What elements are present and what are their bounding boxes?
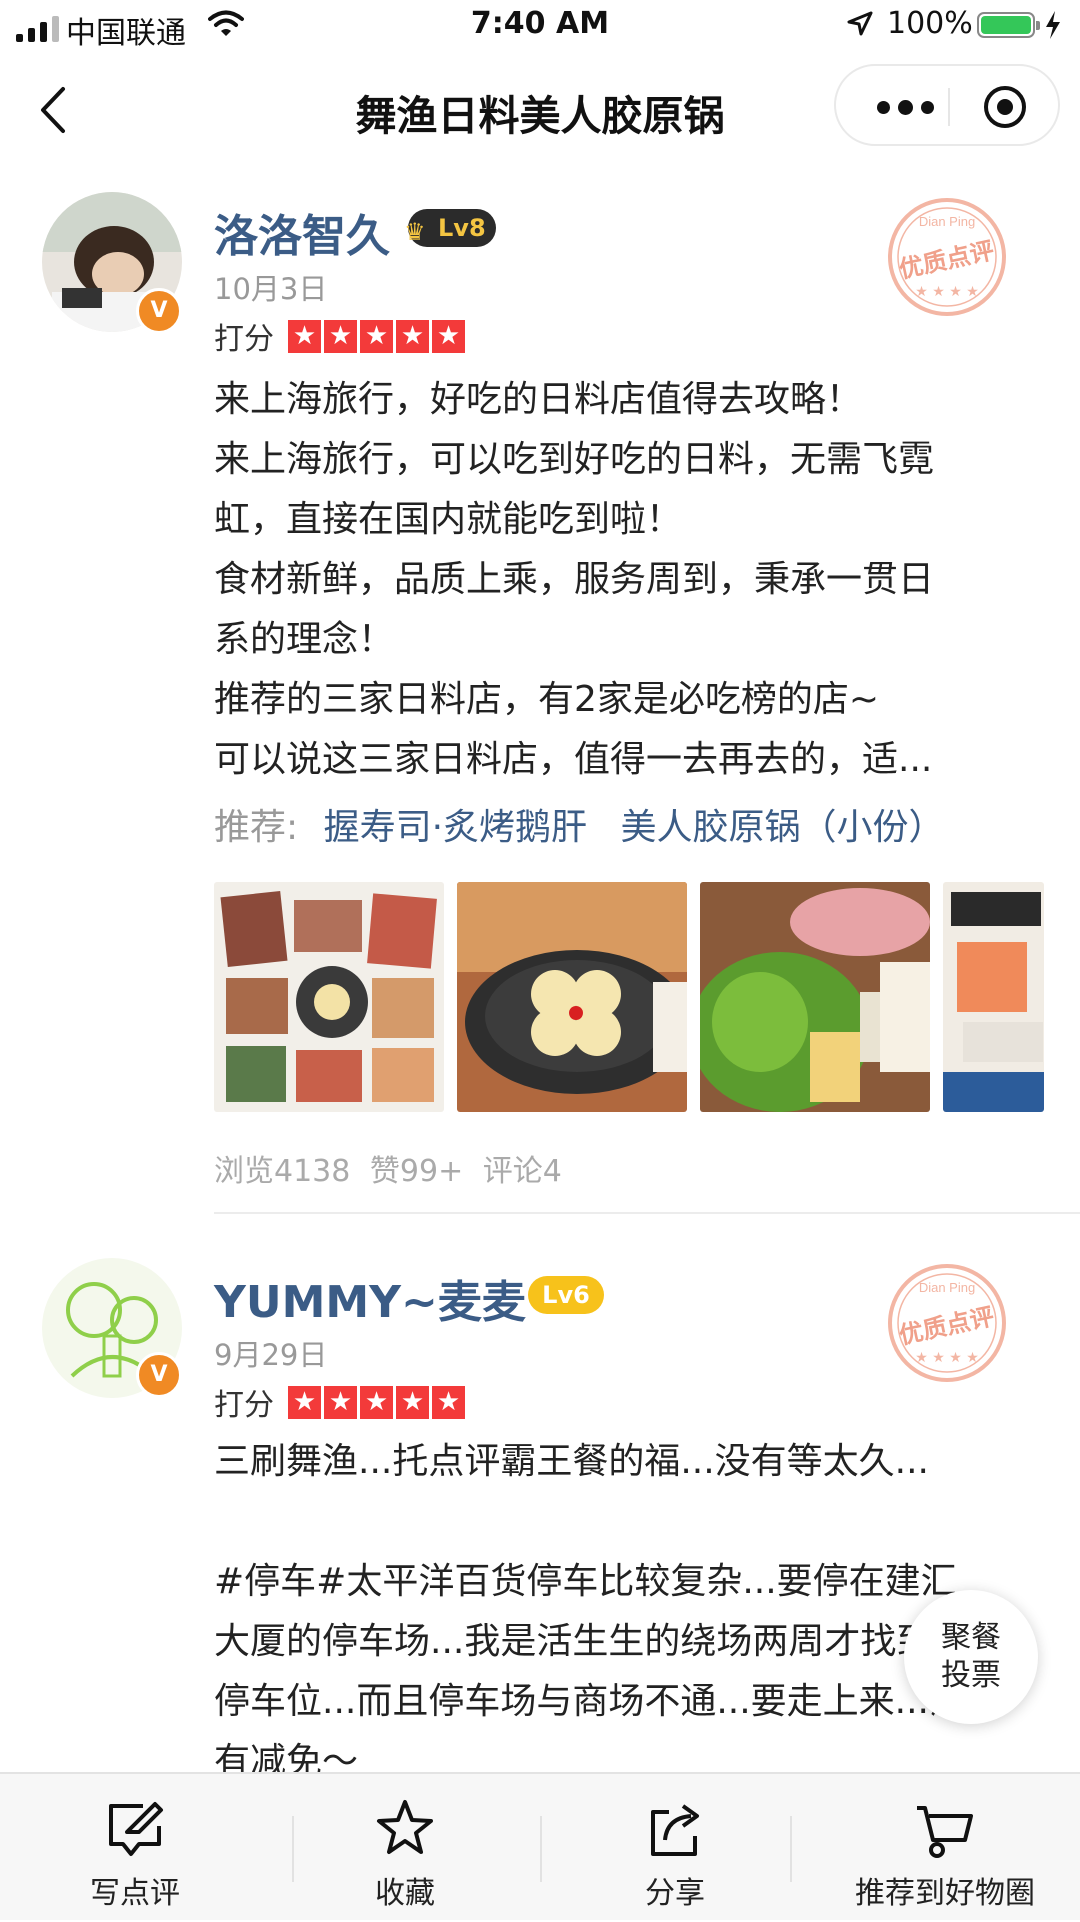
review-line: 有减免～ xyxy=(214,1741,359,1772)
share-icon xyxy=(651,1804,699,1856)
rating-label: 打分 xyxy=(214,1388,274,1423)
review-line: 系的理念！ xyxy=(214,619,395,660)
stamp-text: 优质点评 xyxy=(897,236,997,283)
favorite-tab[interactable]: 收藏 xyxy=(270,1774,540,1922)
favorite-label: 收藏 xyxy=(375,1876,435,1911)
review-photo[interactable] xyxy=(457,882,687,1112)
recommend-goods-tab[interactable]: 推荐到好物圈 xyxy=(810,1774,1080,1922)
review-line: 三刷舞渔...托点评霸王餐的福...没有等太久... xyxy=(214,1441,929,1482)
verified-v-badge: V xyxy=(136,1352,182,1398)
review-line: 虹，直接在国内就能吃到啦！ xyxy=(214,499,683,540)
navigation-bar: 舞渔日料美人胶原锅 xyxy=(0,56,1080,156)
close-miniprogram-icon[interactable] xyxy=(982,84,1028,130)
write-review-tab[interactable]: 写点评 xyxy=(0,1774,270,1922)
review-line: 推荐的三家日料店，有2家是必吃榜的店~ xyxy=(214,679,880,720)
star-rating: ★ ★ ★ ★ ★ xyxy=(288,319,465,353)
write-review-icon xyxy=(109,1802,163,1856)
location-arrow-icon xyxy=(847,11,873,36)
write-review-label: 写点评 xyxy=(90,1876,180,1911)
review-line: 来上海旅行，可以吃到好吃的日料，无需飞霓 xyxy=(214,439,935,480)
star-icon: ★ xyxy=(324,1385,357,1419)
star-icon xyxy=(377,1800,433,1854)
status-bar: 中国联通 7:40 AM 100% xyxy=(0,0,1080,54)
review-photo[interactable] xyxy=(700,882,930,1112)
star-rating: ★ ★ ★ ★ ★ xyxy=(288,1385,465,1419)
like-count[interactable]: 赞99+ xyxy=(370,1154,463,1189)
review-text[interactable]: 来上海旅行，好吃的日料店值得去攻略！ 来上海旅行，可以吃到好吃的日料，无需飞霓 … xyxy=(214,370,1034,790)
star-icon: ★ xyxy=(360,1385,393,1419)
review-photo[interactable] xyxy=(214,882,444,1112)
review-stats: 浏览4138 赞99+ 评论4 xyxy=(214,1146,562,1190)
review-photo[interactable] xyxy=(943,882,1044,1112)
crown-icon: ♛ xyxy=(404,218,426,246)
rating-row: 打分 ★ ★ ★ ★ ★ xyxy=(214,314,465,358)
review-line xyxy=(214,1492,1034,1552)
tab-divider xyxy=(790,1816,792,1882)
mini-program-capsule xyxy=(834,64,1060,146)
share-label: 分享 xyxy=(645,1876,705,1911)
verified-v-badge: V xyxy=(136,288,182,334)
review-date: 9月29日 xyxy=(214,1338,328,1372)
star-icon: ★ xyxy=(288,1385,321,1419)
comment-count[interactable]: 评论4 xyxy=(483,1154,562,1189)
level-badge: Lv6 xyxy=(528,1276,604,1314)
star-icon: ★ xyxy=(324,319,357,353)
group-vote-label-1: 聚餐 xyxy=(941,1620,1001,1655)
recommend-label: 推荐: xyxy=(214,807,299,848)
star-icon: ★ xyxy=(396,319,429,353)
recommend-dish-link[interactable]: 握寿司·炙烤鹅肝 xyxy=(324,807,587,848)
charging-bolt-icon xyxy=(1046,11,1060,39)
stamp-text: 优质点评 xyxy=(897,1302,997,1349)
recommended-dishes: 推荐: 握寿司·炙烤鹅肝 美人胶原锅（小份） xyxy=(214,798,945,850)
star-icon: ★ xyxy=(432,1385,465,1419)
review-date: 10月3日 xyxy=(214,272,328,306)
svg-text:★ ★ ★ ★: ★ ★ ★ ★ xyxy=(915,1350,979,1366)
star-icon: ★ xyxy=(288,319,321,353)
more-icon[interactable] xyxy=(870,92,940,122)
quality-review-stamp: Dian Ping 优质点评 ★ ★ ★ ★ xyxy=(886,1262,1008,1384)
group-vote-label-2: 投票 xyxy=(941,1658,1001,1693)
view-count: 浏览4138 xyxy=(214,1154,351,1189)
recommend-dish-link[interactable]: 美人胶原锅（小份） xyxy=(621,807,945,848)
stamp-brand: Dian Ping xyxy=(919,214,975,229)
star-icon: ★ xyxy=(432,319,465,353)
review-line: 可以说这三家日料店，值得一去再去的，适... xyxy=(214,739,933,780)
battery-icon xyxy=(977,12,1040,38)
bottom-action-bar: 写点评 收藏 分享 推荐到好物圈 xyxy=(0,1772,1080,1920)
quality-review-stamp: Dian Ping 优质点评 ★ ★ ★ ★ xyxy=(886,196,1008,318)
group-vote-button[interactable]: 聚餐 投票 xyxy=(904,1590,1038,1724)
cart-icon xyxy=(917,1806,973,1858)
star-icon: ★ xyxy=(360,319,393,353)
level-badge: ♛ Lv8 xyxy=(404,209,496,247)
username[interactable]: 洛洛智久 xyxy=(214,200,390,264)
share-tab[interactable]: 分享 xyxy=(540,1774,810,1922)
capsule-divider xyxy=(948,88,950,126)
review-text[interactable]: 三刷舞渔...托点评霸王餐的福...没有等太久... #停车#太平洋百货停车比较… xyxy=(214,1432,1034,1772)
review-line: 来上海旅行，好吃的日料店值得去攻略！ xyxy=(214,379,863,420)
review-divider xyxy=(214,1212,1080,1214)
review-line: 食材新鲜，品质上乘，服务周到，秉承一贯日 xyxy=(214,559,935,600)
rating-row: 打分 ★ ★ ★ ★ ★ xyxy=(214,1380,465,1424)
review-line: #停车#太平洋百货停车比较复杂...要停在建汇 xyxy=(214,1561,957,1602)
photo-strip xyxy=(214,882,1044,1112)
rating-label: 打分 xyxy=(214,322,274,357)
star-icon: ★ xyxy=(396,1385,429,1419)
stamp-brand: Dian Ping xyxy=(919,1280,975,1295)
svg-text:★ ★ ★ ★: ★ ★ ★ ★ xyxy=(915,284,979,300)
recommend-goods-label: 推荐到好物圈 xyxy=(855,1876,1035,1911)
battery-percent: 100% xyxy=(887,6,973,41)
username[interactable]: YUMMY~麦麦 xyxy=(214,1266,526,1330)
